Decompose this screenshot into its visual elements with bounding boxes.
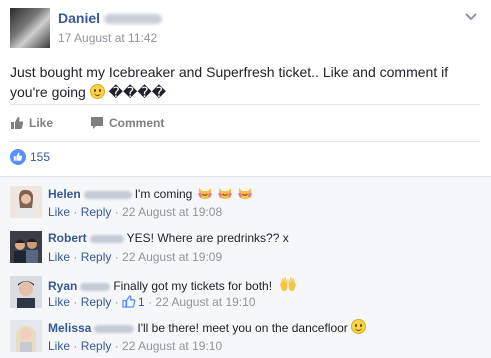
- comment-line: Melissa I'll be there! meet you on the da…: [48, 319, 367, 336]
- commenter-name[interactable]: Melissa: [48, 321, 91, 335]
- blurred-surname: [83, 190, 132, 199]
- blurred-surname: [89, 234, 124, 243]
- speech-bubble-icon: [91, 117, 103, 129]
- unrendered-glyphs: ����: [108, 84, 167, 100]
- comment-item: Robert YES! Where are predrinks?? x Like …: [10, 228, 480, 268]
- comment-item: Melissa I'll be there! meet you on the da…: [10, 317, 480, 357]
- comment-button[interactable]: Comment: [90, 116, 164, 130]
- commenter-avatar[interactable]: [10, 276, 42, 308]
- post-header: Daniel 17 August at 11:42: [10, 8, 480, 48]
- comment-like-link[interactable]: Like: [48, 250, 70, 264]
- comment-reply-link[interactable]: Reply: [81, 250, 112, 264]
- reactions-summary[interactable]: 155: [10, 149, 50, 169]
- comment-meta: Like · Reply · 1 · 22 August at 19:10: [48, 295, 256, 309]
- commenter-avatar[interactable]: [10, 186, 42, 218]
- comment-timestamp[interactable]: 22 August at 19:08: [122, 205, 222, 219]
- comment-timestamp[interactable]: 22 August at 19:10: [155, 295, 255, 309]
- post-timestamp[interactable]: 17 August at 11:42: [58, 31, 157, 45]
- comment-text: I'm coming: [134, 187, 193, 201]
- comment-text: Finally got my tickets for both!: [113, 279, 273, 293]
- commenter-name[interactable]: Helen: [48, 187, 81, 201]
- comment-like-link[interactable]: Like: [48, 295, 70, 309]
- post-card: Daniel 17 August at 11:42 Just bought my…: [0, 0, 491, 358]
- like-badge-icon: [10, 149, 26, 165]
- comment-line: Helen I'm coming: [48, 185, 253, 202]
- blurred-surname: [104, 14, 163, 25]
- comment-timestamp[interactable]: 22 August at 19:10: [122, 339, 222, 353]
- blurred-surname: [94, 324, 135, 333]
- comment-text: YES! Where are predrinks?? x: [126, 231, 289, 245]
- comment-meta: Like · Reply · 22 August at 19:08: [48, 205, 223, 219]
- chevron-down-icon[interactable]: [464, 12, 478, 22]
- comment-timestamp[interactable]: 22 August at 19:09: [122, 250, 222, 264]
- commenter-avatar[interactable]: [10, 231, 42, 263]
- comment-like-link[interactable]: Like: [48, 339, 70, 353]
- comment-item: Ryan Finally got my tickets for both! Lik…: [10, 273, 480, 313]
- happy-cat-icon: [218, 188, 233, 199]
- comment-item: Helen I'm coming Like · Reply · 22 August…: [10, 183, 480, 223]
- smile-icon: [89, 84, 105, 99]
- comment-text: I'll be there! meet you on the dancefloo…: [137, 321, 348, 335]
- commenter-avatar[interactable]: [10, 320, 42, 352]
- post-text-line-1: Just bought my Icebreaker and Superfresh…: [10, 64, 449, 80]
- post-text-line-2: you're going ����: [10, 84, 167, 100]
- comment-like-count[interactable]: 1: [138, 295, 145, 309]
- like-button[interactable]: Like: [10, 116, 53, 130]
- raised-hands-icon: [280, 277, 297, 292]
- thumbs-up-icon: [11, 117, 24, 129]
- author-avatar[interactable]: [10, 8, 50, 48]
- comment-reply-link[interactable]: Reply: [81, 295, 112, 309]
- comment-line: Ryan Finally got my tickets for both!: [48, 275, 297, 294]
- like-count-icon: [122, 295, 136, 308]
- commenter-name[interactable]: Ryan: [48, 279, 77, 293]
- comment-reply-link[interactable]: Reply: [81, 205, 112, 219]
- author-name-link[interactable]: Daniel: [58, 10, 163, 26]
- blurred-surname: [80, 282, 111, 291]
- comment-like-link[interactable]: Like: [48, 205, 70, 219]
- comment-line: Robert YES! Where are predrinks?? x: [48, 230, 289, 246]
- comment-meta: Like · Reply · 22 August at 19:09: [48, 250, 223, 264]
- post-text: Just bought my Icebreaker and Superfresh…: [10, 62, 480, 102]
- smile-icon: [351, 319, 367, 334]
- post-action-bar: Like Comment: [10, 104, 480, 142]
- happy-cat-icon: [238, 188, 253, 199]
- commenter-name[interactable]: Robert: [48, 231, 87, 245]
- comment-reply-link[interactable]: Reply: [81, 339, 112, 353]
- happy-cat-icon: [197, 188, 212, 199]
- comment-meta: Like · Reply · 22 August at 19:10: [48, 339, 223, 353]
